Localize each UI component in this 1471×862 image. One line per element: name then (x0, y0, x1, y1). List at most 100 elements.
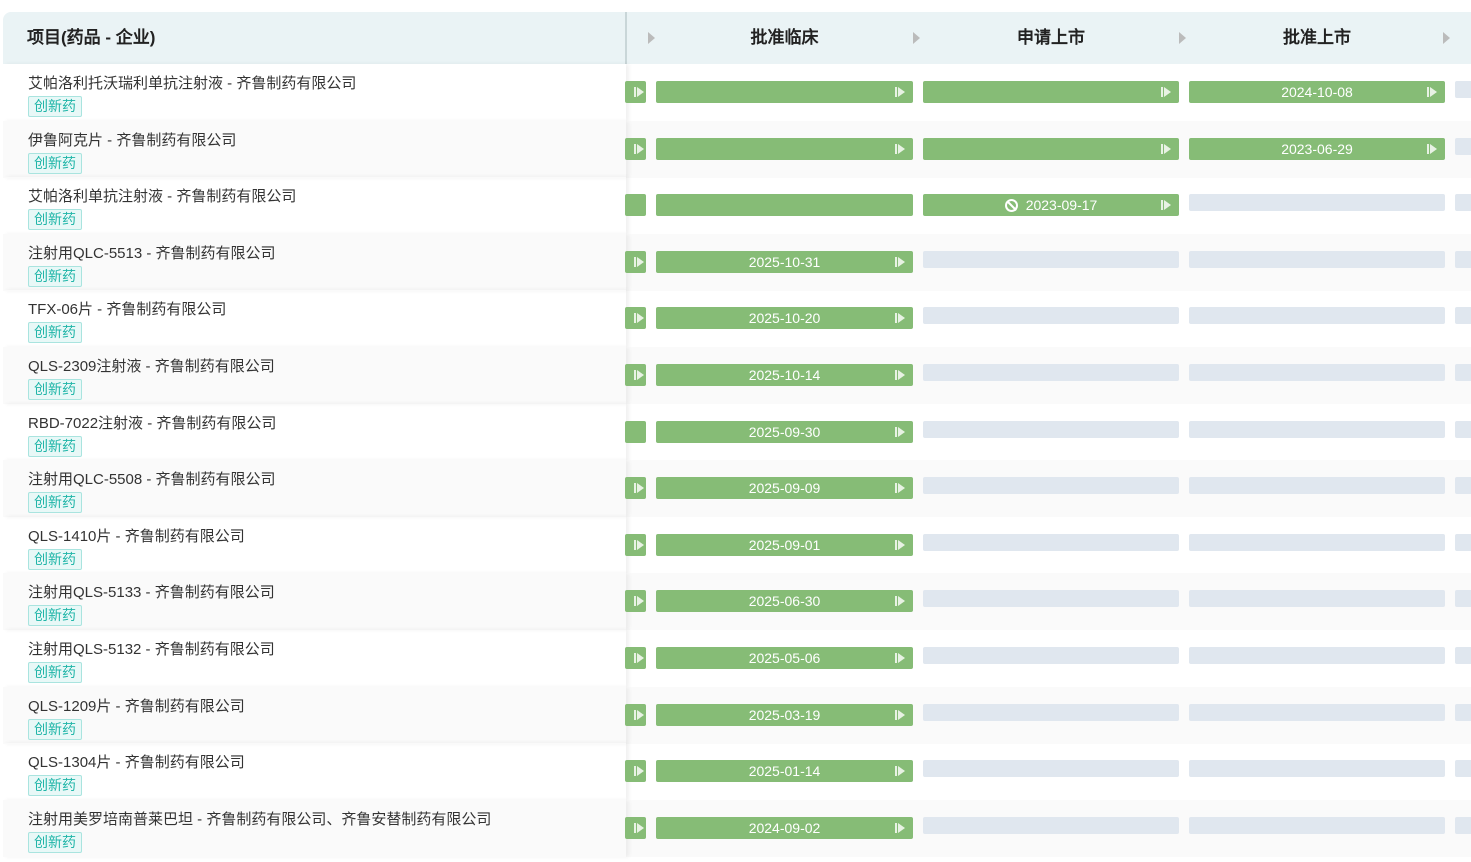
stage-bar[interactable] (1455, 760, 1471, 778)
stage-bar[interactable] (625, 647, 646, 669)
project-name[interactable]: 艾帕洛利托沃瑞利单抗注射液 - 齐鲁制药有限公司 (28, 72, 356, 93)
stage-bar[interactable] (923, 647, 1179, 664)
stage-bar[interactable]: 2024-09-02 (656, 816, 913, 839)
stage-bar[interactable] (1189, 533, 1445, 551)
stage-bar[interactable] (1455, 364, 1471, 381)
table-row[interactable]: 注射用QLC-5513 - 齐鲁制药有限公司 创新药 2025-10-31 (3, 233, 1471, 291)
stage-bar[interactable] (923, 250, 1179, 268)
stage-bar[interactable] (625, 307, 646, 330)
stage-bar[interactable]: 2023-06-29 (1189, 137, 1445, 160)
stage-bar[interactable] (1455, 307, 1471, 325)
stage-bar[interactable] (1189, 194, 1445, 212)
stage-bar[interactable] (625, 81, 646, 103)
stage-bar[interactable] (923, 307, 1179, 325)
stage-bar[interactable] (923, 703, 1179, 721)
project-name[interactable]: QLS-1209片 - 齐鲁制药有限公司 (28, 695, 245, 716)
table-row[interactable]: 注射用美罗培南普莱巴坦 - 齐鲁制药有限公司、齐鲁安替制药有限公司 创新药 2024… (3, 799, 1471, 857)
table-row[interactable]: 注射用QLS-5132 - 齐鲁制药有限公司 创新药 2025-05-06 (3, 630, 1471, 687)
stage-bar[interactable] (625, 364, 646, 386)
stage-bar[interactable] (1455, 477, 1471, 495)
stage-bar[interactable] (923, 590, 1179, 608)
stage-bar[interactable] (1189, 647, 1445, 664)
stage-bar[interactable]: 2025-06-30 (656, 590, 913, 613)
project-name[interactable]: TFX-06片 - 齐鲁制药有限公司 (28, 298, 226, 319)
stage-bar[interactable] (625, 703, 646, 726)
stage-bar[interactable] (1455, 533, 1471, 551)
stage-bar[interactable] (923, 364, 1179, 381)
stage-bar[interactable] (1455, 420, 1471, 438)
stage-bar[interactable] (656, 194, 913, 217)
stage-bar[interactable] (625, 533, 646, 556)
stage-bar[interactable]: 2025-10-14 (656, 364, 913, 386)
stage-bar[interactable] (625, 477, 646, 500)
stage-bar[interactable]: 2025-09-30 (656, 420, 913, 443)
stage-bar[interactable] (625, 760, 646, 783)
stage-bar[interactable] (1189, 816, 1445, 834)
table-row[interactable]: 注射用QLC-5508 - 齐鲁制药有限公司 创新药 2025-09-09 (3, 460, 1471, 518)
stage-bar[interactable] (625, 590, 646, 613)
table-row[interactable]: QLS-1410片 - 齐鲁制药有限公司 创新药 2025-09-01 (3, 517, 1471, 574)
stage-bar[interactable] (923, 760, 1179, 778)
stage-bar[interactable] (1455, 590, 1471, 608)
table-row[interactable]: QLS-1209片 - 齐鲁制药有限公司 创新药 2025-03-19 (3, 686, 1471, 744)
stage-header-approved-market: 批准上市 (1283, 28, 1351, 47)
stage-bar[interactable] (1189, 364, 1445, 381)
project-name[interactable]: QLS-2309注射液 - 齐鲁制药有限公司 (28, 355, 275, 376)
stage-bar[interactable] (625, 420, 646, 443)
project-name[interactable]: QLS-1304片 - 齐鲁制药有限公司 (28, 751, 245, 772)
stage-bar[interactable]: 2025-10-31 (656, 250, 913, 273)
table-row[interactable]: QLS-2309注射液 - 齐鲁制药有限公司 创新药 2025-10-14 (3, 347, 1471, 404)
project-name[interactable]: 伊鲁阿克片 - 齐鲁制药有限公司 (28, 129, 236, 150)
stage-bar[interactable] (1455, 816, 1471, 834)
stage-bar[interactable] (656, 137, 913, 160)
stage-bar[interactable] (923, 137, 1179, 160)
stage-bar[interactable] (923, 816, 1179, 834)
stage-bar[interactable] (1189, 590, 1445, 608)
project-name[interactable]: 艾帕洛利单抗注射液 - 齐鲁制药有限公司 (28, 185, 296, 206)
stage-bar[interactable] (1455, 194, 1471, 212)
stage-bar[interactable] (923, 477, 1179, 495)
stage-bar[interactable]: 2025-05-06 (656, 647, 913, 669)
ban-icon (1004, 199, 1018, 213)
project-name[interactable]: 注射用美罗培南普莱巴坦 - 齐鲁制药有限公司、齐鲁安替制药有限公司 (28, 808, 491, 829)
stage-bar[interactable] (625, 816, 646, 839)
stage-bar[interactable]: 2025-01-14 (656, 760, 913, 783)
stage-bar[interactable] (1455, 250, 1471, 268)
stage-bar[interactable]: 2025-10-20 (656, 307, 913, 330)
stage-bar[interactable] (656, 81, 913, 103)
stage-bar[interactable] (1455, 647, 1471, 664)
stage-bar[interactable] (1189, 307, 1445, 325)
stage-bar[interactable]: 2025-09-09 (656, 477, 913, 500)
stage-bar[interactable] (1455, 81, 1471, 98)
stage-bar[interactable] (625, 137, 646, 160)
stage-bar[interactable]: 2025-09-01 (656, 533, 913, 556)
project-name[interactable]: 注射用QLS-5133 - 齐鲁制药有限公司 (28, 581, 275, 602)
table-row[interactable]: 注射用QLS-5133 - 齐鲁制药有限公司 创新药 2025-06-30 (3, 573, 1471, 631)
table-row[interactable]: 艾帕洛利托沃瑞利单抗注射液 - 齐鲁制药有限公司 创新药 2024-10-08 (3, 64, 1471, 121)
table-row[interactable]: 伊鲁阿克片 - 齐鲁制药有限公司 创新药 2023-06-29 (3, 120, 1471, 178)
stage-bar[interactable]: 2025-03-19 (656, 703, 913, 726)
stage-bar[interactable] (923, 81, 1179, 103)
stage-bar[interactable] (625, 250, 646, 273)
stage-bar[interactable] (1189, 703, 1445, 721)
table-row[interactable]: RBD-7022注射液 - 齐鲁制药有限公司 创新药 2025-09-30 (3, 404, 1471, 461)
stage-bar[interactable] (1455, 703, 1471, 721)
stage-bar[interactable] (1189, 420, 1445, 438)
stage-bar[interactable] (1189, 250, 1445, 268)
project-name[interactable]: RBD-7022注射液 - 齐鲁制药有限公司 (28, 412, 276, 433)
table-row[interactable]: 艾帕洛利单抗注射液 - 齐鲁制药有限公司 创新药 2023-09-17 (3, 177, 1471, 234)
stage-bar[interactable] (923, 533, 1179, 551)
stage-bar[interactable]: 2023-09-17 (923, 194, 1179, 217)
stage-bar[interactable] (1189, 477, 1445, 495)
stage-bar[interactable]: 2024-10-08 (1189, 81, 1445, 103)
table-row[interactable]: QLS-1304片 - 齐鲁制药有限公司 创新药 2025-01-14 (3, 743, 1471, 800)
project-name[interactable]: 注射用QLC-5508 - 齐鲁制药有限公司 (28, 468, 276, 489)
table-row[interactable]: TFX-06片 - 齐鲁制药有限公司 创新药 2025-10-20 (3, 290, 1471, 347)
stage-bar[interactable] (1455, 137, 1471, 155)
project-name[interactable]: QLS-1410片 - 齐鲁制药有限公司 (28, 525, 245, 546)
stage-bar[interactable] (625, 194, 646, 217)
stage-bar[interactable] (923, 420, 1179, 438)
project-name[interactable]: 注射用QLS-5132 - 齐鲁制药有限公司 (28, 638, 275, 659)
project-name[interactable]: 注射用QLC-5513 - 齐鲁制药有限公司 (28, 242, 276, 263)
stage-bar[interactable] (1189, 760, 1445, 778)
